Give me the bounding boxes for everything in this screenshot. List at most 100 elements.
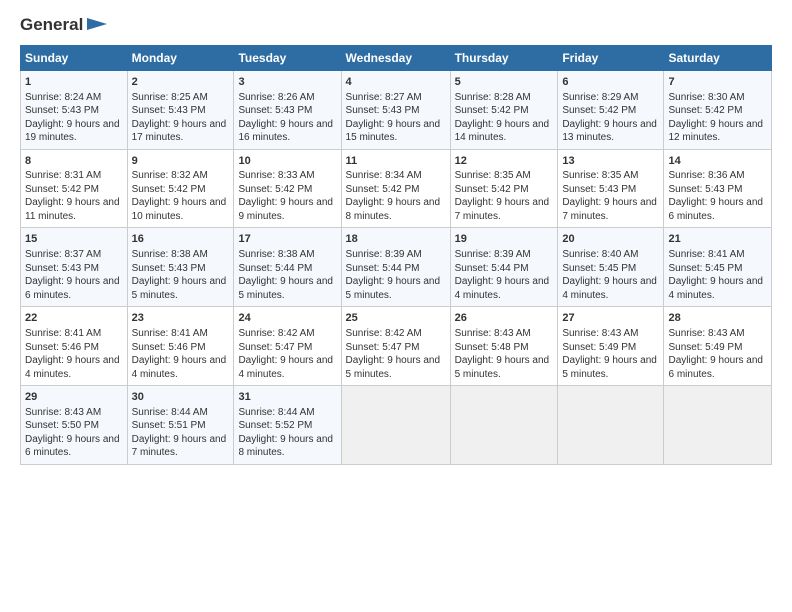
header-row: Sunday Monday Tuesday Wednesday Thursday…	[21, 45, 772, 70]
day-number: 26	[455, 311, 554, 326]
day-info: Sunrise: 8:34 AMSunset: 5:42 PMDaylight:…	[346, 170, 441, 222]
day-info: Sunrise: 8:43 AMSunset: 5:49 PMDaylight:…	[668, 328, 763, 380]
table-row: 19Sunrise: 8:39 AMSunset: 5:44 PMDayligh…	[450, 228, 558, 307]
table-row	[664, 386, 772, 465]
day-info: Sunrise: 8:41 AMSunset: 5:46 PMDaylight:…	[25, 328, 120, 380]
table-row: 24Sunrise: 8:42 AMSunset: 5:47 PMDayligh…	[234, 307, 341, 386]
table-row: 14Sunrise: 8:36 AMSunset: 5:43 PMDayligh…	[664, 149, 772, 228]
logo-flag-icon	[85, 16, 107, 32]
day-info: Sunrise: 8:40 AMSunset: 5:45 PMDaylight:…	[562, 249, 657, 301]
day-number: 10	[238, 154, 336, 169]
table-row: 13Sunrise: 8:35 AMSunset: 5:43 PMDayligh…	[558, 149, 664, 228]
table-row: 17Sunrise: 8:38 AMSunset: 5:44 PMDayligh…	[234, 228, 341, 307]
day-number: 8	[25, 154, 123, 169]
table-row: 7 Sunrise: 8:30 AMSunset: 5:42 PMDaylight…	[664, 70, 772, 149]
day-number: 13	[562, 154, 659, 169]
table-row: 29 Sunrise: 8:43 AMSunset: 5:50 PMDayligh…	[21, 386, 128, 465]
col-friday: Friday	[558, 45, 664, 70]
day-info: Sunrise: 8:24 AMSunset: 5:43 PMDaylight:…	[25, 92, 120, 144]
table-row: 4 Sunrise: 8:27 AMSunset: 5:43 PMDaylight…	[341, 70, 450, 149]
calendar-row: 22 Sunrise: 8:41 AMSunset: 5:46 PMDayligh…	[21, 307, 772, 386]
day-number: 11	[346, 154, 446, 169]
day-number: 14	[668, 154, 767, 169]
table-row: 25 Sunrise: 8:42 AMSunset: 5:47 PMDayligh…	[341, 307, 450, 386]
col-tuesday: Tuesday	[234, 45, 341, 70]
day-number: 16	[132, 232, 230, 247]
day-info: Sunrise: 8:42 AMSunset: 5:47 PMDaylight:…	[346, 328, 441, 380]
table-row: 5Sunrise: 8:28 AMSunset: 5:42 PMDaylight…	[450, 70, 558, 149]
table-row: 12Sunrise: 8:35 AMSunset: 5:42 PMDayligh…	[450, 149, 558, 228]
day-number: 3	[238, 75, 336, 90]
day-info: Sunrise: 8:44 AMSunset: 5:51 PMDaylight:…	[132, 407, 227, 459]
col-sunday: Sunday	[21, 45, 128, 70]
table-row: 6 Sunrise: 8:29 AMSunset: 5:42 PMDaylight…	[558, 70, 664, 149]
day-info: Sunrise: 8:41 AMSunset: 5:45 PMDaylight:…	[668, 249, 763, 301]
col-saturday: Saturday	[664, 45, 772, 70]
day-number: 22	[25, 311, 123, 326]
day-number: 9	[132, 154, 230, 169]
calendar-row: 15Sunrise: 8:37 AMSunset: 5:43 PMDayligh…	[21, 228, 772, 307]
table-row: 2Sunrise: 8:25 AMSunset: 5:43 PMDaylight…	[127, 70, 234, 149]
day-number: 30	[132, 390, 230, 405]
day-number: 31	[238, 390, 336, 405]
calendar-row: 29 Sunrise: 8:43 AMSunset: 5:50 PMDayligh…	[21, 386, 772, 465]
day-number: 7	[668, 75, 767, 90]
day-number: 18	[346, 232, 446, 247]
day-info: Sunrise: 8:28 AMSunset: 5:42 PMDaylight:…	[455, 92, 550, 144]
day-number: 28	[668, 311, 767, 326]
day-info: Sunrise: 8:35 AMSunset: 5:43 PMDaylight:…	[562, 170, 657, 222]
calendar-row: 8Sunrise: 8:31 AMSunset: 5:42 PMDaylight…	[21, 149, 772, 228]
day-info: Sunrise: 8:35 AMSunset: 5:42 PMDaylight:…	[455, 170, 550, 222]
day-info: Sunrise: 8:38 AMSunset: 5:43 PMDaylight:…	[132, 249, 227, 301]
day-info: Sunrise: 8:44 AMSunset: 5:52 PMDaylight:…	[238, 407, 333, 459]
day-info: Sunrise: 8:30 AMSunset: 5:42 PMDaylight:…	[668, 92, 763, 144]
day-info: Sunrise: 8:29 AMSunset: 5:42 PMDaylight:…	[562, 92, 657, 144]
day-info: Sunrise: 8:41 AMSunset: 5:46 PMDaylight:…	[132, 328, 227, 380]
day-info: Sunrise: 8:38 AMSunset: 5:44 PMDaylight:…	[238, 249, 333, 301]
day-number: 4	[346, 75, 446, 90]
col-wednesday: Wednesday	[341, 45, 450, 70]
table-row: 30 Sunrise: 8:44 AMSunset: 5:51 PMDayligh…	[127, 386, 234, 465]
calendar-table: Sunday Monday Tuesday Wednesday Thursday…	[20, 45, 772, 465]
calendar-row: 1 Sunrise: 8:24 AMSunset: 5:43 PMDaylight…	[21, 70, 772, 149]
day-info: Sunrise: 8:27 AMSunset: 5:43 PMDaylight:…	[346, 92, 441, 144]
page: General Sunday Monday Tuesday Wednesday …	[0, 0, 792, 475]
table-row: 28 Sunrise: 8:43 AMSunset: 5:49 PMDayligh…	[664, 307, 772, 386]
col-monday: Monday	[127, 45, 234, 70]
table-row	[450, 386, 558, 465]
table-row: 16 Sunrise: 8:38 AMSunset: 5:43 PMDayligh…	[127, 228, 234, 307]
day-info: Sunrise: 8:42 AMSunset: 5:47 PMDaylight:…	[238, 328, 333, 380]
day-info: Sunrise: 8:37 AMSunset: 5:43 PMDaylight:…	[25, 249, 120, 301]
day-info: Sunrise: 8:31 AMSunset: 5:42 PMDaylight:…	[25, 170, 120, 222]
day-number: 20	[562, 232, 659, 247]
table-row: 8Sunrise: 8:31 AMSunset: 5:42 PMDaylight…	[21, 149, 128, 228]
day-info: Sunrise: 8:25 AMSunset: 5:43 PMDaylight:…	[132, 92, 227, 144]
header: General	[20, 16, 772, 33]
day-info: Sunrise: 8:43 AMSunset: 5:49 PMDaylight:…	[562, 328, 657, 380]
table-row: 23 Sunrise: 8:41 AMSunset: 5:46 PMDayligh…	[127, 307, 234, 386]
table-row: 22 Sunrise: 8:41 AMSunset: 5:46 PMDayligh…	[21, 307, 128, 386]
table-row: 10Sunrise: 8:33 AMSunset: 5:42 PMDayligh…	[234, 149, 341, 228]
logo: General	[20, 16, 107, 33]
table-row: 3 Sunrise: 8:26 AMSunset: 5:43 PMDaylight…	[234, 70, 341, 149]
day-number: 25	[346, 311, 446, 326]
day-info: Sunrise: 8:43 AMSunset: 5:50 PMDaylight:…	[25, 407, 120, 459]
day-number: 6	[562, 75, 659, 90]
table-row: 1 Sunrise: 8:24 AMSunset: 5:43 PMDaylight…	[21, 70, 128, 149]
day-info: Sunrise: 8:43 AMSunset: 5:48 PMDaylight:…	[455, 328, 550, 380]
table-row: 18Sunrise: 8:39 AMSunset: 5:44 PMDayligh…	[341, 228, 450, 307]
table-row: 20 Sunrise: 8:40 AMSunset: 5:45 PMDayligh…	[558, 228, 664, 307]
day-number: 12	[455, 154, 554, 169]
col-thursday: Thursday	[450, 45, 558, 70]
table-row: 15Sunrise: 8:37 AMSunset: 5:43 PMDayligh…	[21, 228, 128, 307]
table-row: 21Sunrise: 8:41 AMSunset: 5:45 PMDayligh…	[664, 228, 772, 307]
day-info: Sunrise: 8:26 AMSunset: 5:43 PMDaylight:…	[238, 92, 333, 144]
day-number: 1	[25, 75, 123, 90]
day-number: 23	[132, 311, 230, 326]
logo-text: General	[20, 16, 83, 35]
table-row	[341, 386, 450, 465]
table-row: 11Sunrise: 8:34 AMSunset: 5:42 PMDayligh…	[341, 149, 450, 228]
day-number: 29	[25, 390, 123, 405]
table-row: 9Sunrise: 8:32 AMSunset: 5:42 PMDaylight…	[127, 149, 234, 228]
day-info: Sunrise: 8:36 AMSunset: 5:43 PMDaylight:…	[668, 170, 763, 222]
